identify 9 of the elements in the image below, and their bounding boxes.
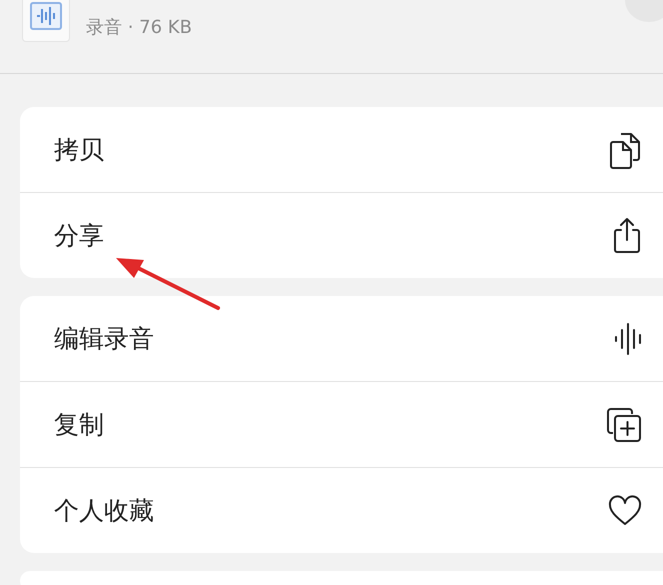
share-icon bbox=[611, 216, 643, 256]
menu-item[interactable]: 拷贝 bbox=[20, 107, 663, 192]
waveform-icon bbox=[613, 322, 643, 356]
menu-item[interactable]: 个人收藏 bbox=[20, 467, 663, 553]
menu-item[interactable]: 编辑录音 bbox=[20, 296, 663, 381]
menu-item[interactable]: 复制 bbox=[20, 381, 663, 467]
file-info: 录音 · 76 KB bbox=[86, 16, 192, 39]
heart-icon bbox=[607, 494, 643, 526]
duplicate-icon bbox=[605, 406, 643, 442]
